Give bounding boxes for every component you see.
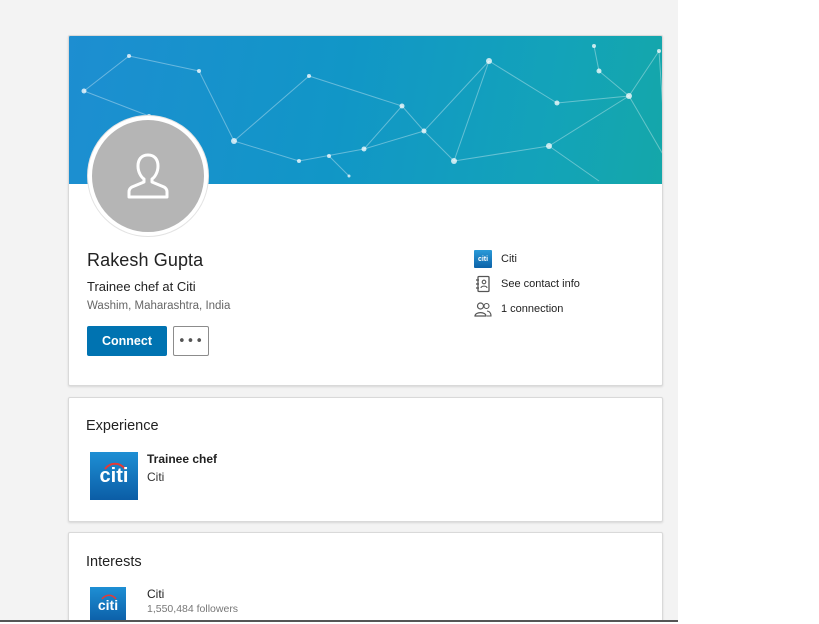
- connections-label: 1 connection: [501, 303, 564, 315]
- more-actions-button[interactable]: •••: [173, 326, 209, 356]
- contact-info-label: See contact info: [501, 278, 580, 290]
- profile-avatar[interactable]: [88, 116, 208, 236]
- experience-company: Citi: [147, 470, 165, 484]
- citi-logo-text: citi: [99, 464, 129, 487]
- citi-logo-icon[interactable]: citi: [90, 452, 138, 500]
- citi-logo-icon: citi: [473, 249, 493, 269]
- current-company-label: Citi: [501, 253, 517, 265]
- interest-name[interactable]: Citi: [147, 587, 164, 601]
- interest-followers: 1,550,484 followers: [147, 603, 239, 615]
- profile-name: Rakesh Gupta: [87, 250, 204, 270]
- profile-top-card: Rakesh Gupta Trainee chef at Citi Washim…: [68, 35, 663, 386]
- address-book-icon: [473, 274, 493, 294]
- window-bottom-edge: [0, 620, 678, 622]
- connections-link[interactable]: 1 connection: [473, 299, 563, 319]
- people-icon: [473, 299, 493, 319]
- ellipsis-icon: •••: [177, 333, 204, 349]
- contact-info-link[interactable]: See contact info: [473, 274, 580, 294]
- profile-location: Washim, Maharashtra, India: [87, 300, 231, 312]
- experience-heading: Experience: [86, 418, 159, 434]
- interests-heading: Interests: [86, 554, 142, 570]
- citi-logo-text: citi: [97, 597, 119, 613]
- connect-button[interactable]: Connect: [87, 326, 167, 356]
- interests-section: Interests citi Citi 1,550,484 followers: [68, 532, 663, 622]
- citi-logo-icon[interactable]: citi: [90, 587, 126, 622]
- person-silhouette-icon: [127, 153, 169, 199]
- profile-page: Rakesh Gupta Trainee chef at Citi Washim…: [0, 0, 678, 622]
- experience-section: Experience citi Trainee chef Citi: [68, 397, 663, 522]
- experience-role[interactable]: Trainee chef: [147, 452, 217, 466]
- current-company-link[interactable]: citi Citi: [473, 249, 517, 269]
- profile-headline: Trainee chef at Citi: [87, 279, 196, 294]
